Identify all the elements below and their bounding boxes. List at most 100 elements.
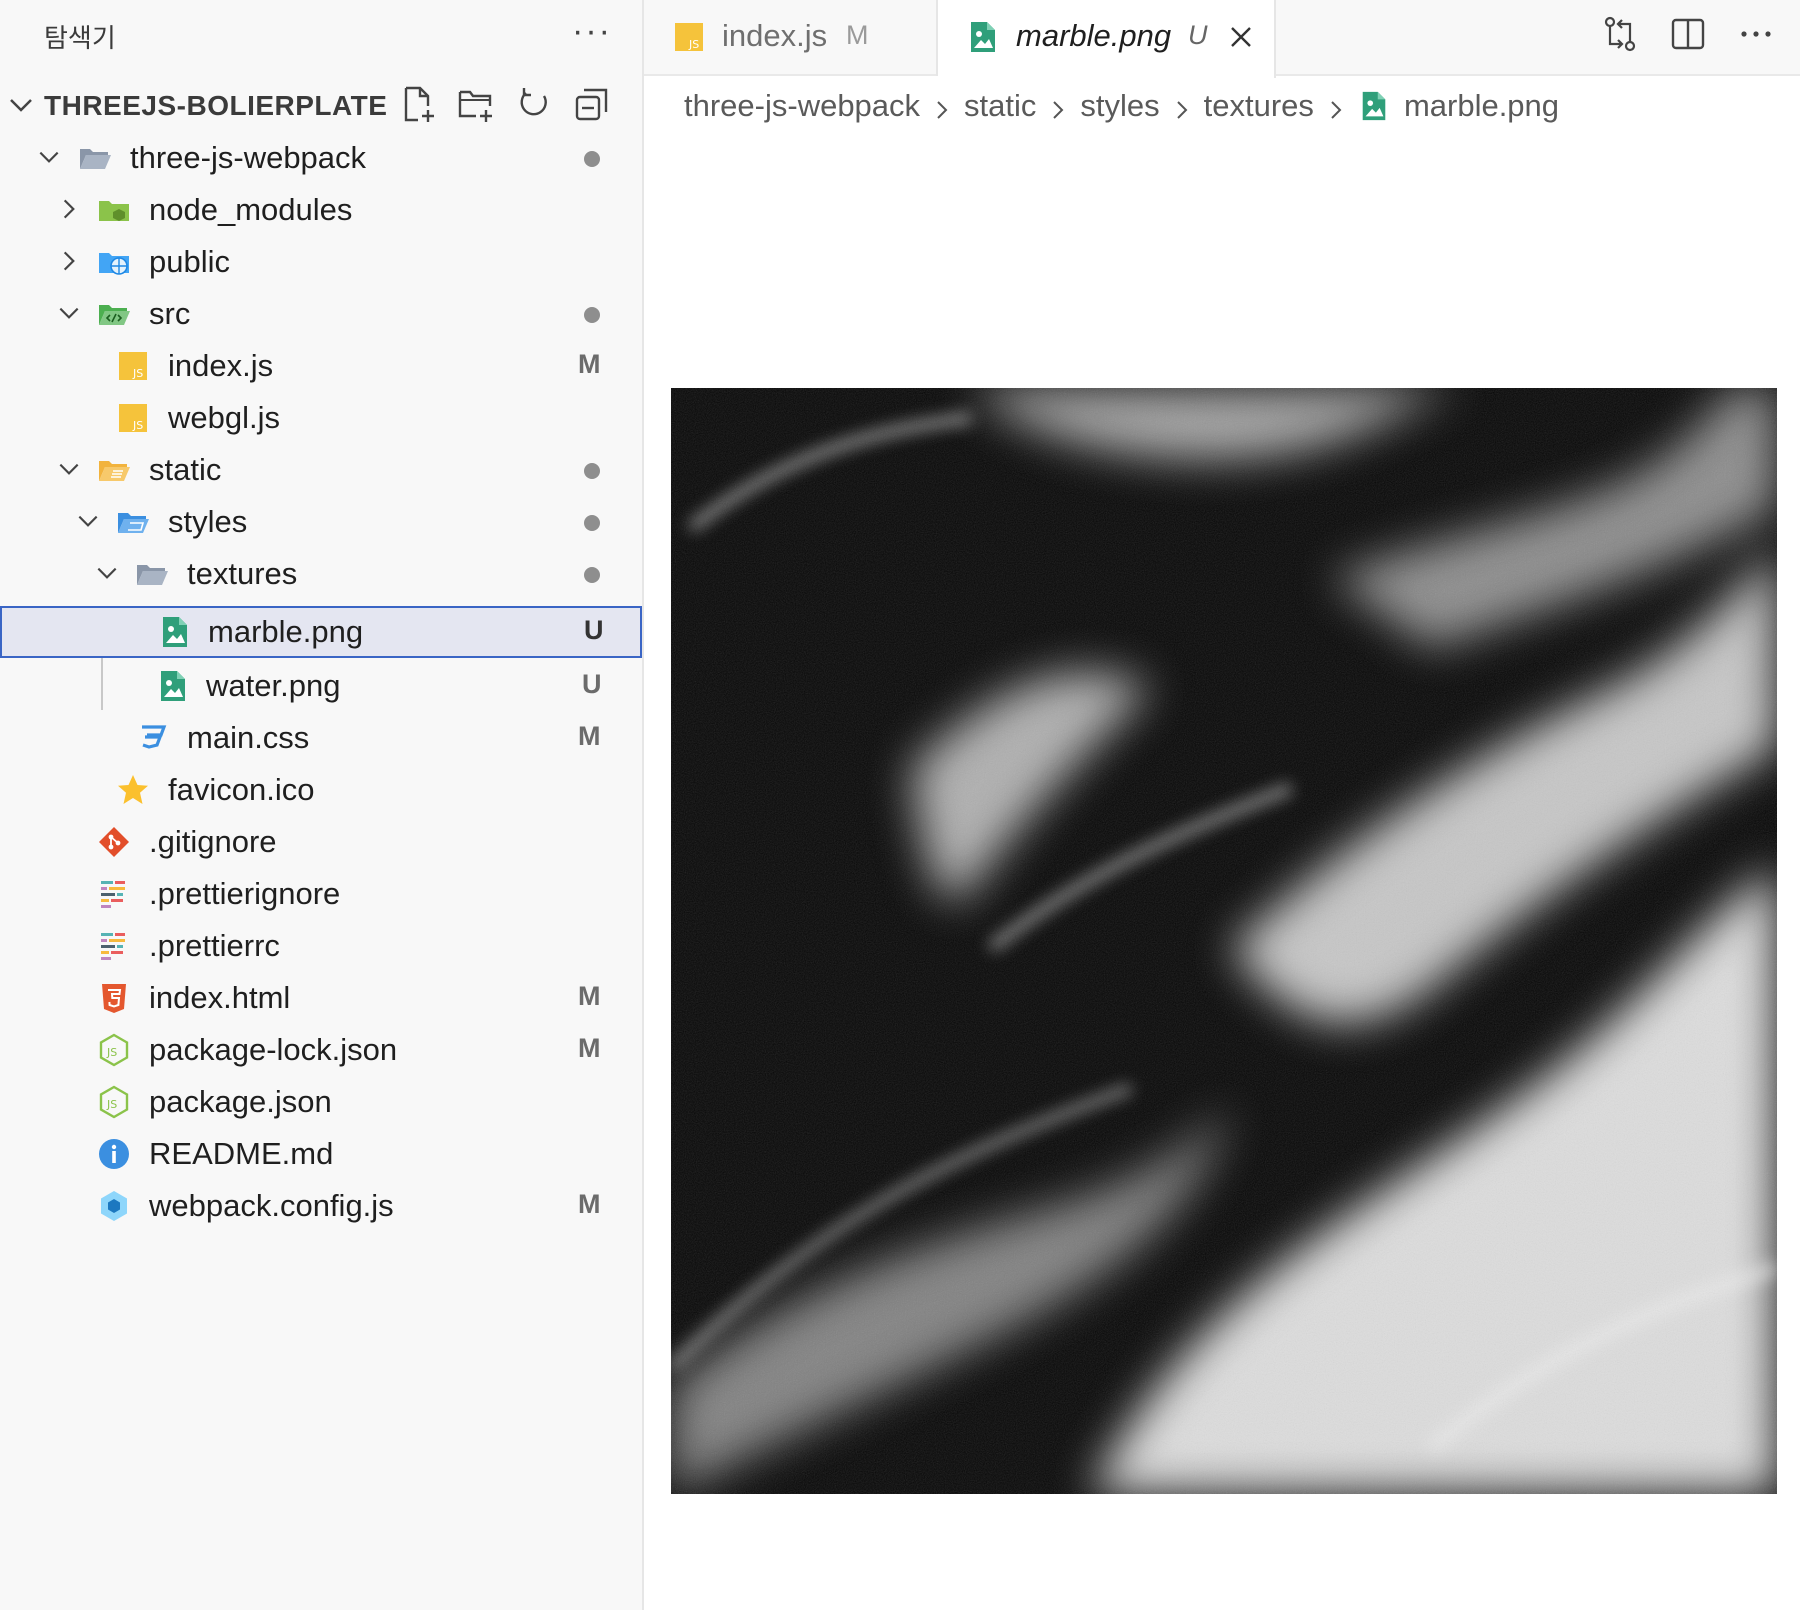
ellipsis-icon[interactable]: ··· [572, 14, 612, 48]
nodejs-icon: JS [97, 1033, 131, 1067]
src-folder-icon [97, 297, 131, 331]
marble-texture-image [671, 388, 1777, 1494]
modified-badge: M [846, 20, 869, 50]
new-folder-icon[interactable] [456, 84, 496, 124]
tree-item-three-js-webpack[interactable]: three-js-webpack [0, 132, 642, 184]
tree-item-gitignore[interactable]: .gitignore [0, 816, 642, 868]
tree-item-main-css[interactable]: main.css M [0, 712, 642, 764]
close-icon[interactable] [1226, 22, 1256, 52]
image-file-icon [966, 20, 1000, 54]
compare-changes-icon[interactable] [1600, 14, 1640, 54]
project-name: THREEJS-BOLIERPLATE [44, 90, 388, 121]
javascript-file-icon: JS [116, 401, 150, 435]
tree-item-public[interactable]: public [0, 236, 642, 288]
chevron-down-icon[interactable] [94, 560, 120, 586]
project-header[interactable]: THREEJS-BOLIERPLATE [0, 80, 644, 130]
svg-text:JS: JS [106, 1098, 117, 1111]
svg-text:JS: JS [132, 419, 143, 432]
tab-bar: JS index.js M marble.png U [644, 0, 1800, 78]
tree-item-prettierrc[interactable]: .prettierrc [0, 920, 642, 972]
tree-item-src[interactable]: src [0, 288, 642, 340]
tree-item-node-modules[interactable]: node_modules [0, 184, 642, 236]
collapse-all-icon[interactable] [572, 84, 612, 124]
status-dot [584, 307, 600, 323]
tree-item-label: textures [187, 556, 298, 591]
new-file-icon[interactable] [398, 84, 438, 124]
info-icon [97, 1137, 131, 1171]
chevron-down-icon[interactable] [56, 456, 82, 482]
ellipsis-icon[interactable] [1736, 14, 1776, 54]
breadcrumb-item[interactable]: static [964, 88, 1036, 124]
nodejs-icon: JS [97, 1085, 131, 1119]
tree-item-label: index.js [168, 348, 274, 383]
status-dot [584, 515, 600, 531]
tree-item-label: node_modules [149, 192, 353, 227]
tree-item-label: main.css [187, 720, 310, 755]
modified-badge: M [578, 721, 601, 751]
chevron-right-icon [1170, 94, 1194, 119]
untracked-badge: U [582, 669, 602, 699]
tree-item-label: README.md [149, 1136, 334, 1171]
prettier-icon [97, 877, 131, 911]
status-dot [584, 151, 600, 167]
chevron-down-icon[interactable] [6, 90, 36, 125]
tree-item-webpack-config-js[interactable]: webpack.config.js M [0, 1180, 642, 1232]
tree-item-label: favicon.ico [168, 772, 315, 807]
styles-folder-icon [116, 505, 150, 539]
chevron-right-icon [1046, 94, 1070, 119]
refresh-icon[interactable] [514, 84, 554, 124]
breadcrumb: three-js-webpack static styles textures … [684, 82, 1559, 130]
javascript-file-icon: JS [672, 20, 706, 54]
tree-item-label: marble.png [208, 614, 364, 649]
tree-item-webgl-js[interactable]: JS webgl.js [0, 392, 642, 444]
tab-label: marble.png [1016, 18, 1172, 53]
tree-item-label: public [149, 244, 230, 279]
node-folder-icon [97, 193, 131, 227]
tree-item-package-lock-json[interactable]: JS package-lock.json M [0, 1024, 642, 1076]
explorer-title: 탐색기 [44, 23, 116, 53]
tree-item-index-html[interactable]: index.html M [0, 972, 642, 1024]
git-icon [97, 825, 131, 859]
tab-index-js[interactable]: JS index.js M [644, 0, 938, 76]
untracked-badge: U [1188, 20, 1208, 50]
tree-item-static[interactable]: static [0, 444, 642, 496]
prettier-icon [97, 929, 131, 963]
tree-item-textures[interactable]: textures [0, 548, 642, 600]
chevron-down-icon[interactable] [75, 508, 101, 534]
tree-item-index-js[interactable]: JS index.js M [0, 340, 642, 392]
webpack-icon [97, 1189, 131, 1223]
tree-item-label: package.json [149, 1084, 332, 1119]
chevron-right-icon[interactable] [56, 196, 82, 222]
image-file-icon [158, 615, 192, 649]
chevron-right-icon[interactable] [56, 248, 82, 274]
explorer-header: 탐색기 ··· [0, 0, 644, 72]
chevron-down-icon[interactable] [36, 144, 62, 170]
breadcrumb-item[interactable]: three-js-webpack [684, 88, 920, 124]
tree-item-prettierignore[interactable]: .prettierignore [0, 868, 642, 920]
breadcrumb-item[interactable]: marble.png [1404, 88, 1559, 124]
star-favicon-icon [116, 773, 150, 807]
modified-badge: M [578, 1189, 601, 1219]
project-actions [398, 84, 612, 124]
static-folder-icon [97, 453, 131, 487]
tree-item-label: src [149, 296, 191, 331]
javascript-file-icon: JS [116, 349, 150, 383]
tree-item-marble-png[interactable]: marble.png U [0, 606, 642, 658]
tree-item-label: webgl.js [168, 400, 280, 435]
tree-item-water-png[interactable]: water.png U [0, 660, 642, 712]
breadcrumb-item[interactable]: textures [1204, 88, 1314, 124]
chevron-down-icon[interactable] [56, 300, 82, 326]
image-file-icon [156, 669, 190, 703]
svg-text:JS: JS [106, 1046, 117, 1059]
tree-item-styles[interactable]: styles [0, 496, 642, 548]
split-editor-icon[interactable] [1668, 14, 1708, 54]
tab-marble-png[interactable]: marble.png U [938, 0, 1276, 78]
chevron-right-icon [930, 94, 954, 119]
breadcrumb-item[interactable]: styles [1080, 88, 1159, 124]
tree-item-readme-md[interactable]: README.md [0, 1128, 642, 1180]
tree-item-favicon-ico[interactable]: favicon.ico [0, 764, 642, 816]
tree-item-label: .gitignore [149, 824, 277, 859]
editor-actions [1600, 14, 1776, 54]
tree-item-label: three-js-webpack [130, 140, 367, 175]
tree-item-package-json[interactable]: JS package.json [0, 1076, 642, 1128]
